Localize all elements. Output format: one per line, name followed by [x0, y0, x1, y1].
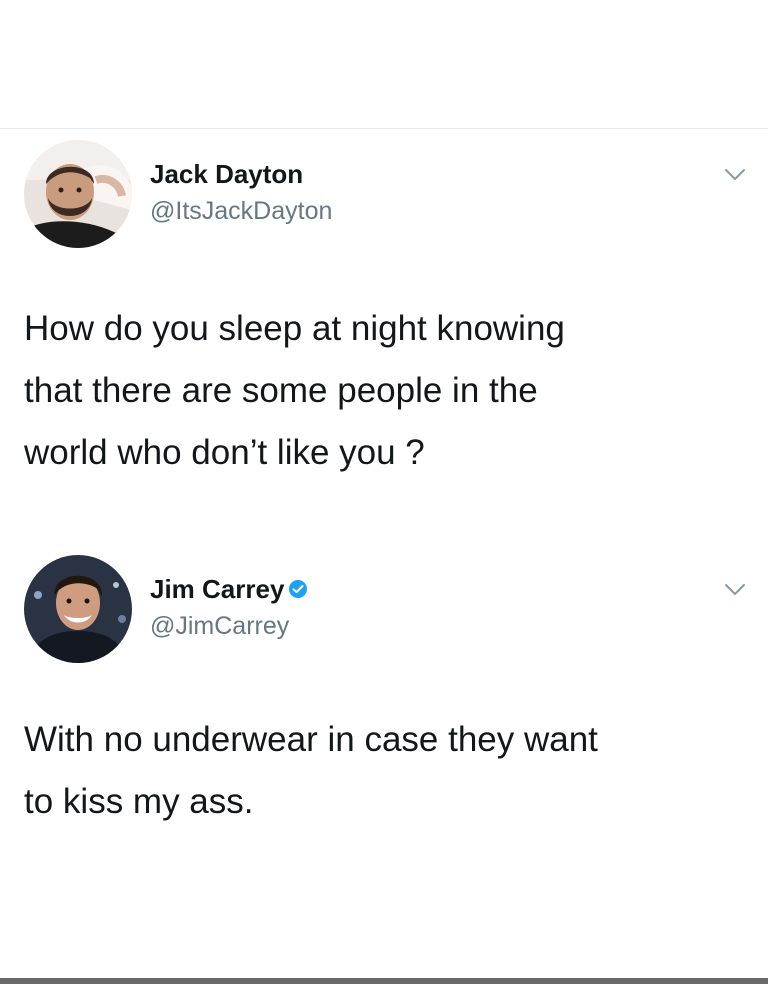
tweet-text: How do you sleep at night knowing that t… [24, 309, 565, 472]
user-handle[interactable]: @ItsJackDayton [150, 196, 332, 226]
chevron-down-icon[interactable] [724, 583, 746, 597]
top-divider [0, 128, 768, 129]
display-name[interactable]: Jim Carrey [150, 573, 284, 605]
verified-badge-icon [289, 580, 308, 598]
display-name[interactable]: Jack Dayton [150, 158, 303, 190]
tweet-text: With no underwear in case they want to k… [24, 720, 598, 821]
avatar-photo-icon [24, 140, 132, 248]
avatar[interactable] [24, 555, 132, 663]
bottom-bar [0, 978, 768, 984]
avatar-photo-icon [24, 555, 132, 663]
chevron-down-icon[interactable] [724, 168, 746, 182]
avatar[interactable] [24, 140, 132, 248]
user-handle[interactable]: @JimCarrey [150, 611, 289, 641]
